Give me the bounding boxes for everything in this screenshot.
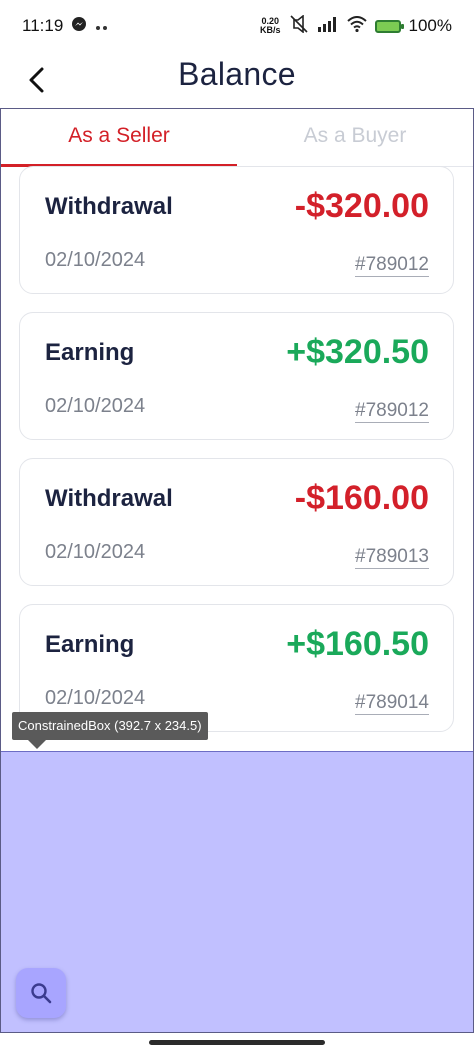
transaction-card[interactable]: Withdrawal -$320.00 02/10/2024 #789012 <box>19 166 454 294</box>
battery-icon <box>374 19 404 33</box>
transaction-card[interactable]: Withdrawal -$160.00 02/10/2024 #789013 <box>19 458 454 586</box>
battery-level: 100% <box>408 16 452 35</box>
transaction-date: 02/10/2024 <box>45 687 146 709</box>
gesture-nav-handle[interactable] <box>149 1040 325 1045</box>
mute-icon <box>289 13 309 38</box>
transaction-list[interactable]: Withdrawal -$320.00 02/10/2024 #789012 E… <box>0 166 474 751</box>
tab-as-seller[interactable]: As a Seller <box>1 109 237 167</box>
transaction-amount: +$160.50 <box>286 625 429 663</box>
transaction-type: Earning <box>45 339 135 366</box>
messenger-icon <box>71 16 87 37</box>
status-right: 0.20 KB/s 100% <box>260 13 452 38</box>
transaction-amount: -$160.00 <box>294 479 429 517</box>
transaction-type: Earning <box>45 631 135 658</box>
signal-icon <box>317 16 339 37</box>
transaction-date: 02/10/2024 <box>45 395 146 417</box>
transaction-date: 02/10/2024 <box>45 541 146 563</box>
transaction-type: Withdrawal <box>45 193 173 220</box>
more-dots-icon <box>95 16 109 36</box>
transaction-ref-link[interactable]: #789013 <box>355 547 429 569</box>
widget-inspector-tooltip: ConstrainedBox (392.7 x 234.5) <box>12 712 208 740</box>
wifi-icon <box>346 15 367 37</box>
network-speed-unit: KB/s <box>260 25 281 35</box>
search-icon <box>31 983 52 1004</box>
widget-inspector-overlay <box>1 751 473 1033</box>
transaction-type: Withdrawal <box>45 485 173 512</box>
inspector-search-button[interactable] <box>16 968 66 1018</box>
transaction-amount: -$320.00 <box>294 187 429 225</box>
tooltip-arrow <box>28 740 46 749</box>
app-bar: Balance <box>0 52 474 108</box>
status-time: 11:19 <box>22 16 64 35</box>
tab-bar: As a Seller As a Buyer <box>1 109 473 167</box>
transaction-ref-link[interactable]: #789012 <box>355 401 429 423</box>
transaction-ref-link[interactable]: #789014 <box>355 693 429 715</box>
transaction-date: 02/10/2024 <box>45 249 146 271</box>
transaction-ref-link[interactable]: #789012 <box>355 255 429 277</box>
status-bar: 11:19 0.20 KB/s 100% <box>0 0 474 52</box>
transaction-card[interactable]: Earning +$320.50 02/10/2024 #789012 <box>19 312 454 440</box>
tab-as-buyer[interactable]: As a Buyer <box>237 109 473 166</box>
transaction-amount: +$320.50 <box>286 333 429 371</box>
status-left: 11:19 <box>22 16 109 37</box>
network-speed: 0.20 KB/s <box>260 17 281 35</box>
page-title: Balance <box>178 56 296 92</box>
